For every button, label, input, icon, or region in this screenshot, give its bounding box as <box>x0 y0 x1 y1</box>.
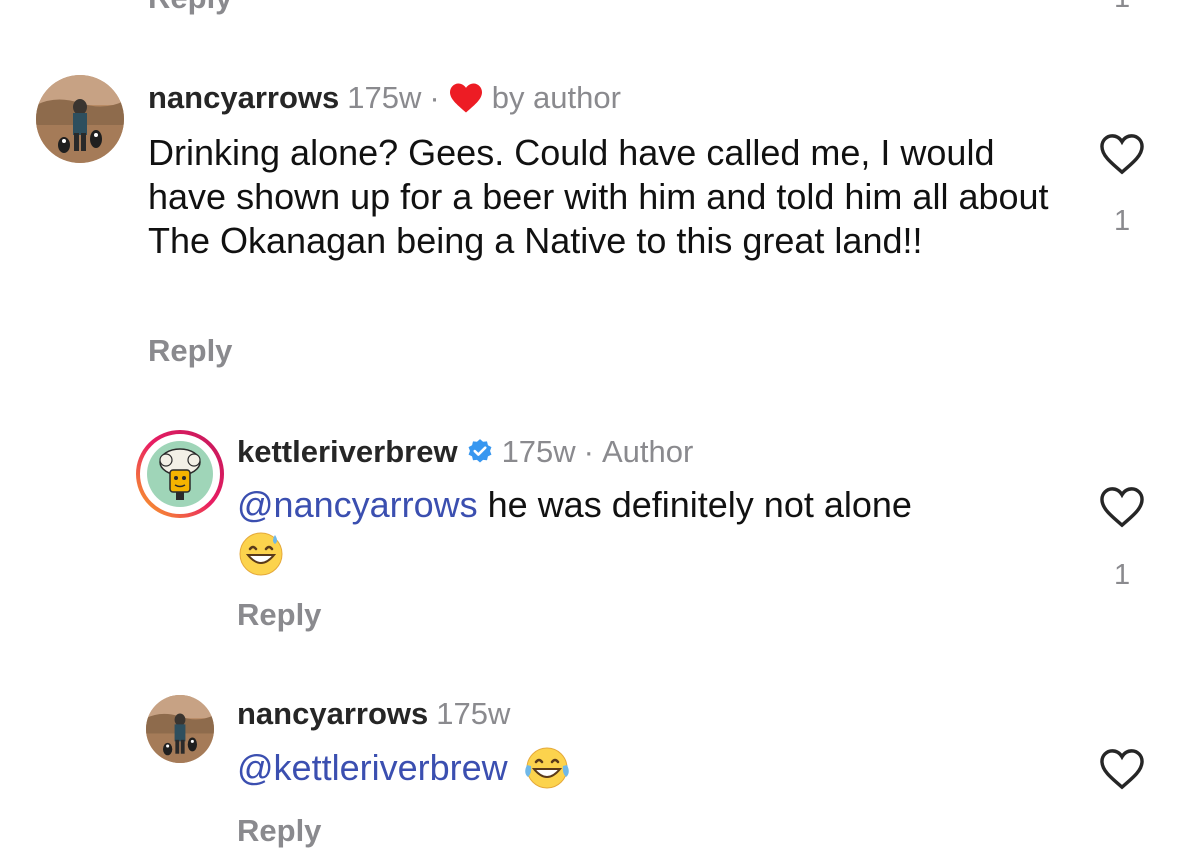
comment-header: nancyarrows 175w <box>237 696 510 732</box>
liked-by-author-label: by author <box>491 80 621 115</box>
reply-button[interactable]: Reply <box>237 813 321 849</box>
mention-link[interactable]: @nancyarrows <box>237 484 478 525</box>
like-count: 1 <box>1114 205 1131 237</box>
tears-of-joy-emoji-icon <box>524 747 569 789</box>
timestamp: 175w <box>347 80 422 115</box>
author-label: Author <box>602 434 694 469</box>
reply-comment: kettleriverbrew 175w · Author @nancyarro… <box>0 425 1200 645</box>
timestamp: 175w <box>501 434 576 469</box>
comment-text: Drinking alone? Gees. Could have called … <box>148 132 1049 261</box>
avatar[interactable] <box>146 695 214 763</box>
like-heart-icon[interactable] <box>1099 133 1145 175</box>
timestamp: 175w <box>436 696 511 731</box>
like-count: 1 <box>1114 0 1130 15</box>
comment-header: kettleriverbrew 175w · Author <box>237 434 693 470</box>
avatar-photo-icon <box>36 75 124 163</box>
like-heart-icon[interactable] <box>1099 486 1145 528</box>
grinning-sweat-emoji-icon <box>238 531 284 582</box>
comment-body: he was definitely not alone <box>477 484 912 525</box>
reply-button[interactable]: Reply <box>237 597 321 633</box>
kettle-river-brew-logo-icon <box>136 430 224 518</box>
username[interactable]: nancyarrows <box>237 696 428 732</box>
reply-comment: nancyarrows 175w @kettleriverbrew Reply <box>0 690 1200 848</box>
comment-text: @kettleriverbrew <box>237 745 572 791</box>
comment-header: nancyarrows 175w · by author <box>148 80 621 116</box>
like-count: 1 <box>1114 559 1131 591</box>
verified-badge-icon <box>468 439 491 463</box>
avatar[interactable] <box>36 75 124 163</box>
heart-filled-icon <box>449 83 482 113</box>
like-heart-icon[interactable] <box>1099 748 1145 790</box>
avatar[interactable] <box>136 430 224 518</box>
username[interactable]: kettleriverbrew <box>237 434 458 470</box>
username[interactable]: nancyarrows <box>148 80 339 116</box>
comment-text: @nancyarrows he was definitely not alone <box>237 483 1037 527</box>
reply-button[interactable]: Reply <box>148 0 232 16</box>
avatar-photo-icon <box>146 695 214 763</box>
separator: · <box>583 434 594 469</box>
comment: nancyarrows 175w · by author Drinking al… <box>0 70 1200 390</box>
reply-button[interactable]: Reply <box>148 333 232 369</box>
mention-link[interactable]: @kettleriverbrew <box>237 746 508 790</box>
separator: · <box>429 80 440 115</box>
